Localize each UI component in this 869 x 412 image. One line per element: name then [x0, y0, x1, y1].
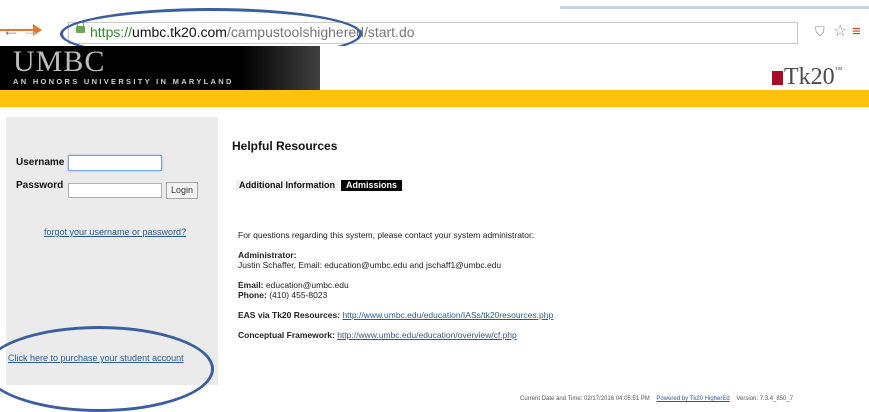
intro-text: For questions regarding this system, ple…	[238, 230, 535, 240]
eas-resources-link[interactable]: http://www.umbc.edu/education/IASs/tk20r…	[342, 310, 553, 320]
footer-datetime: Current Date and Time: 02/17/2016 04:05:…	[520, 396, 650, 402]
menu-icon[interactable]: ≡	[852, 23, 861, 40]
phone-label: Phone:	[238, 290, 267, 300]
eas-label: EAS via Tk20 Resources:	[238, 310, 341, 320]
umbc-logo: UMBC	[13, 45, 106, 78]
cf-label: Conceptual Framework:	[238, 330, 335, 340]
email-phone-block: Email: education@umbc.edu Phone: (410) 4…	[238, 280, 349, 300]
page-title: Helpful Resources	[232, 139, 338, 153]
gold-divider-bar	[0, 90, 869, 107]
conceptual-framework-line: Conceptual Framework: http://www.umbc.ed…	[238, 330, 517, 340]
email-value: education@umbc.edu	[265, 280, 349, 290]
banner-gradient	[240, 46, 320, 90]
tab-admissions[interactable]: Admissions	[341, 180, 403, 191]
trademark: ™	[834, 65, 843, 74]
forgot-credentials-link[interactable]: forgot your username or password?	[44, 227, 186, 237]
username-input[interactable]	[68, 155, 162, 171]
tab-additional-information[interactable]: Additional Information	[236, 180, 338, 191]
phone-value: (410) 455-8023	[269, 290, 328, 300]
login-button[interactable]: Login	[166, 182, 198, 199]
shield-icon[interactable]: ⛉	[815, 24, 825, 40]
footer-version: Version: 7.3.4_850_7	[736, 396, 794, 402]
password-label: Password	[16, 180, 64, 191]
eas-resources-line: EAS via Tk20 Resources: http://www.umbc.…	[238, 310, 553, 320]
email-label: Email:	[238, 280, 264, 290]
administrator-heading: Administrator:	[238, 250, 297, 260]
administrator-block: Administrator: Justin Schaffer, Email: e…	[238, 250, 501, 270]
password-input[interactable]	[68, 183, 162, 198]
forward-arrow-icon[interactable]: →	[22, 21, 40, 39]
bookmark-star-icon[interactable]: ☆	[833, 21, 847, 41]
tk20-mark-icon	[772, 71, 783, 85]
username-label: Username	[16, 157, 65, 168]
tk20-logo: Tk20™	[772, 58, 843, 89]
administrator-contact: Justin Schaffer, Email: education@umbc.e…	[238, 260, 502, 270]
back-arrow-icon[interactable]: ←	[2, 21, 20, 39]
tab-strip	[560, 6, 869, 9]
annotation-ring-purchase	[0, 326, 214, 412]
umbc-tagline: AN HONORS UNIVERSITY IN MARYLAND	[13, 77, 234, 86]
powered-by-link[interactable]: Powered by Tk20 HigherEd	[656, 396, 729, 402]
conceptual-framework-link[interactable]: http://www.umbc.edu/education/overview/c…	[337, 330, 517, 340]
footer: Current Date and Time: 02/17/2016 04:05:…	[520, 396, 793, 402]
tk20-logo-text: Tk20	[784, 64, 835, 90]
